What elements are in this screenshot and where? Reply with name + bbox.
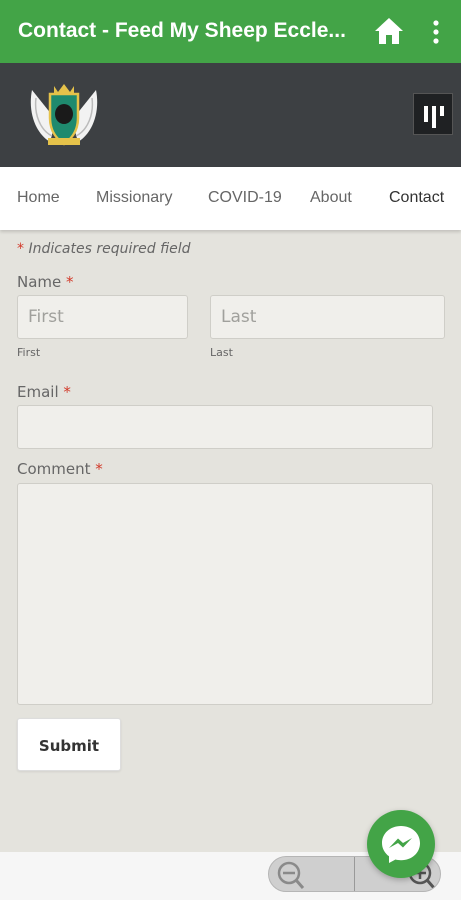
first-name-input[interactable]: First xyxy=(17,295,188,339)
name-label-text: Name xyxy=(17,273,62,291)
last-name-placeholder: Last xyxy=(221,307,257,327)
menu-toggle-icon[interactable] xyxy=(413,93,453,135)
first-name-sublabel: First xyxy=(17,346,41,359)
email-input[interactable] xyxy=(17,405,433,449)
required-marker: * xyxy=(17,241,24,257)
zoom-out-icon[interactable] xyxy=(269,857,355,891)
site-header xyxy=(0,63,461,167)
submit-button[interactable]: Submit xyxy=(17,718,121,771)
last-name-input[interactable]: Last xyxy=(210,295,445,339)
app-title: Contact - Feed My Sheep Eccle... xyxy=(18,19,346,42)
comment-textarea[interactable] xyxy=(17,483,433,705)
main-nav: Home Missionary COVID-19 About Contact xyxy=(0,167,461,230)
last-name-sublabel: Last xyxy=(210,346,233,359)
more-vert-icon[interactable] xyxy=(426,18,446,46)
church-crest-logo[interactable] xyxy=(26,80,102,150)
app-bar: Contact - Feed My Sheep Eccle... xyxy=(0,0,461,63)
home-icon[interactable] xyxy=(373,16,405,46)
email-required-marker: * xyxy=(63,383,71,401)
comment-label: Comment * xyxy=(17,460,103,478)
messenger-icon[interactable] xyxy=(367,810,435,878)
email-label-text: Email xyxy=(17,383,59,401)
email-label: Email * xyxy=(17,383,71,401)
nav-item-home[interactable]: Home xyxy=(17,189,60,207)
nav-item-about[interactable]: About xyxy=(310,189,352,207)
comment-label-text: Comment xyxy=(17,460,91,478)
required-note-text: Indicates required field xyxy=(28,241,191,257)
comment-required-marker: * xyxy=(95,460,103,478)
nav-item-contact[interactable]: Contact xyxy=(389,189,444,207)
first-name-placeholder: First xyxy=(28,307,64,327)
nav-item-missionary[interactable]: Missionary xyxy=(96,189,172,207)
name-required-marker: * xyxy=(66,273,74,291)
required-note: * Indicates required field xyxy=(17,241,191,257)
name-label: Name * xyxy=(17,273,74,291)
nav-item-covid-19[interactable]: COVID-19 xyxy=(208,189,282,207)
submit-label: Submit xyxy=(38,737,100,755)
